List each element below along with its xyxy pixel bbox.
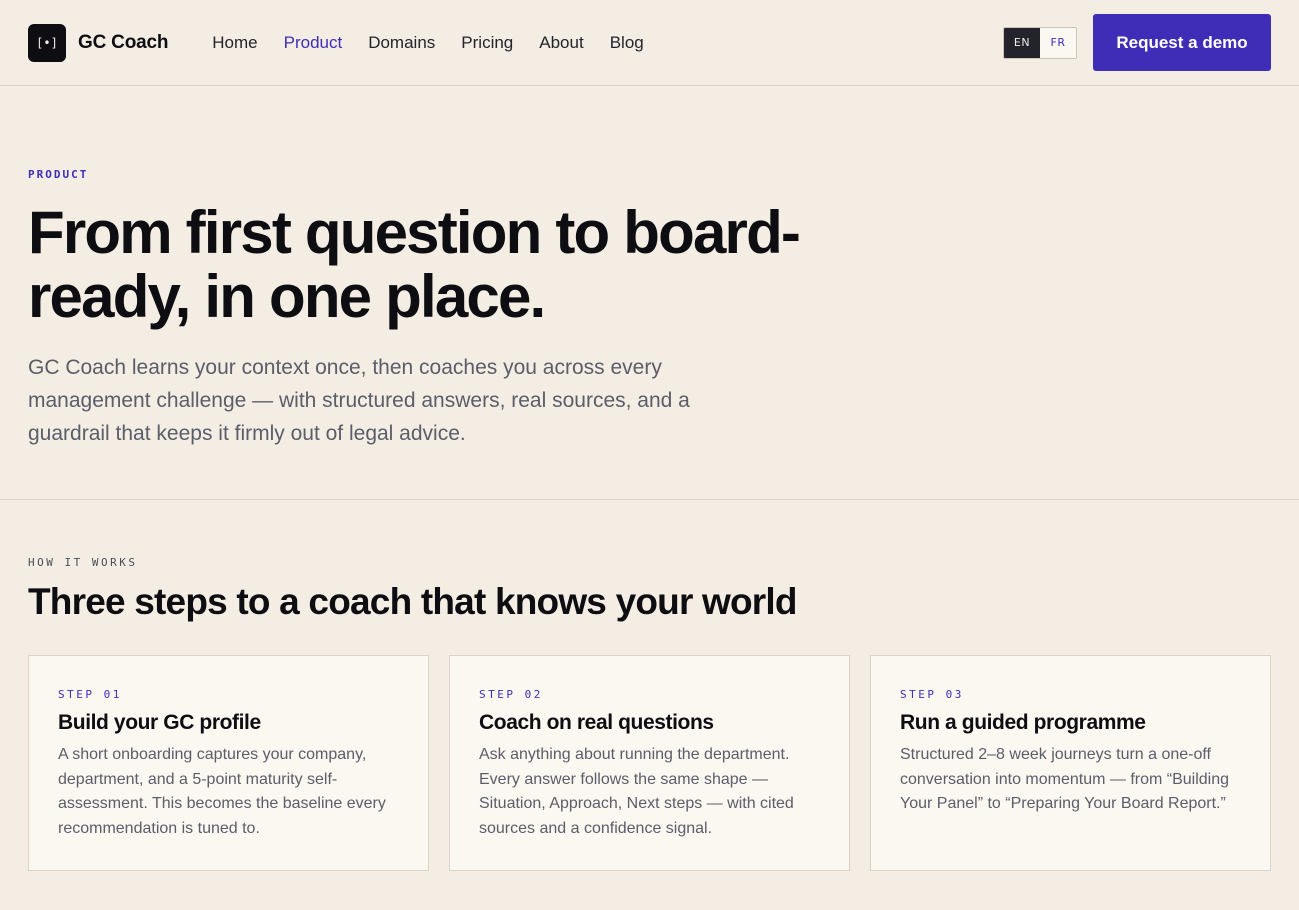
step-card-1: STEP 01 Build your GC profile A short on… bbox=[28, 655, 429, 871]
step-body: Ask anything about running the departmen… bbox=[479, 746, 794, 837]
step-title: Build your GC profile bbox=[58, 711, 261, 734]
top-nav: [•] GC Coach Home Product Domains Pricin… bbox=[0, 0, 1299, 86]
step-title: Coach on real questions bbox=[479, 711, 714, 734]
step-card-3: STEP 03 Run a guided programme Structure… bbox=[870, 655, 1271, 871]
step-number: STEP 01 bbox=[58, 688, 122, 701]
steps-list: STEP 01 Build your GC profile A short on… bbox=[28, 655, 1271, 871]
step-card-2: STEP 02 Coach on real questions Ask anyt… bbox=[449, 655, 850, 871]
nav-blog[interactable]: Blog bbox=[610, 33, 644, 53]
request-demo-button[interactable]: Request a demo bbox=[1093, 14, 1271, 71]
nav-about[interactable]: About bbox=[539, 33, 583, 53]
language-switcher: EN FR bbox=[1003, 26, 1077, 59]
logo-icon[interactable]: [•] bbox=[28, 23, 66, 62]
brand-name[interactable]: GC Coach bbox=[78, 32, 168, 54]
step-number: STEP 03 bbox=[900, 688, 964, 701]
step-body: Structured 2–8 week journeys turn a one-… bbox=[900, 746, 1230, 812]
nav-links: Home Product Domains Pricing About Blog bbox=[212, 33, 643, 53]
lang-fr[interactable]: FR bbox=[1040, 27, 1076, 58]
nav-product[interactable]: Product bbox=[284, 33, 343, 53]
lang-en[interactable]: EN bbox=[1004, 27, 1040, 58]
hero-title: From first question to board-ready, in o… bbox=[28, 199, 801, 330]
nav-pricing[interactable]: Pricing bbox=[461, 33, 513, 53]
step-title: Run a guided programme bbox=[900, 711, 1146, 734]
how-title: Three steps to a coach that knows your w… bbox=[28, 581, 797, 622]
how-it-works-section: HOW IT WORKS Three steps to a coach that… bbox=[0, 500, 1299, 871]
hero-eyebrow: PRODUCT bbox=[28, 168, 89, 181]
how-eyebrow: HOW IT WORKS bbox=[28, 556, 138, 569]
nav-domains[interactable]: Domains bbox=[368, 33, 435, 53]
step-number: STEP 02 bbox=[479, 688, 543, 701]
hero-section: PRODUCT From first question to board-rea… bbox=[0, 86, 1299, 500]
hero-lead: GC Coach learns your context once, then … bbox=[28, 356, 690, 445]
step-body: A short onboarding captures your company… bbox=[58, 746, 386, 837]
nav-home[interactable]: Home bbox=[212, 33, 257, 53]
nav-actions: EN FR Request a demo bbox=[1003, 14, 1271, 71]
